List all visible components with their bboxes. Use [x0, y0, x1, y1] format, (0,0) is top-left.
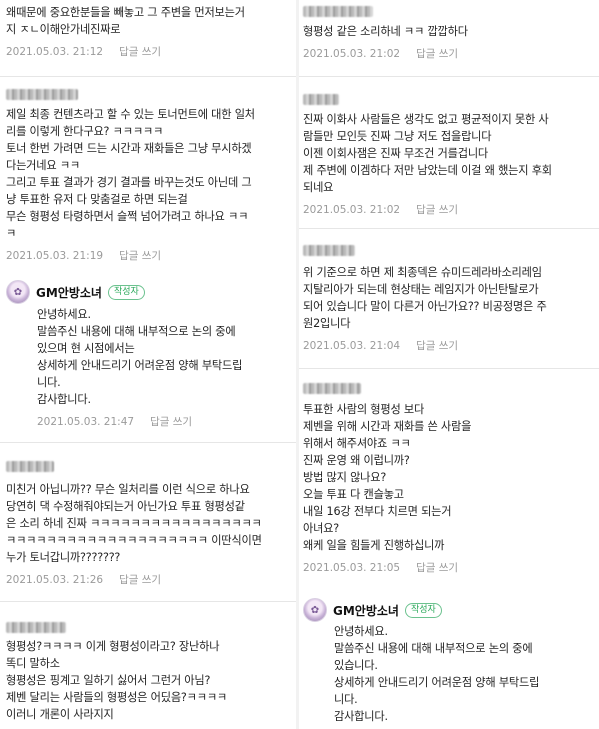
- comment-item: 투표한 사람의 형평성 보다 제벤을 위해 시간과 재화를 쓴 사람을 위해서 …: [299, 368, 599, 575]
- comment-meta: 2021.05.03. 21:26 답글 쓰기: [6, 572, 296, 587]
- gm-reply-item: ✿ GM안방소녀 작성자 안녕하세요. 말씀주신 내용에 대해 내부적으로 논의…: [0, 280, 296, 429]
- comment-item: 왜때문에 중요한분들을 빼놓고 그 주변을 먼저보는거 지 ㅈㄴ이해안가네진짜로…: [0, 4, 296, 59]
- comment-author[interactable]: [303, 381, 599, 395]
- gm-reply-body: 안녕하세요. 말씀주신 내용에 대해 내부적으로 논의 중에 있습니다. 상세하…: [303, 623, 599, 725]
- comment-text: 미친거 아닙니까?? 무슨 일처리를 이런 식으로 하나요 당연히 댁 수정해줘…: [6, 483, 262, 564]
- comment-text: 진짜 이화사 사람들은 생각도 없고 평균적이지 못한 사 람들만 모인듯 진짜…: [303, 113, 552, 194]
- blurred-nickname: [303, 245, 355, 256]
- reply-button[interactable]: 답글 쓰기: [416, 204, 458, 216]
- comment-text: 위 기준으로 하면 제 최종덱은 슈미드레라바소리레임 지탈리아가 되는데 현상…: [303, 266, 547, 330]
- blurred-nickname: [303, 94, 339, 105]
- comment-date: 2021.05.03. 21:26: [6, 574, 104, 586]
- gm-author-name[interactable]: GM안방소녀: [333, 602, 399, 619]
- comment-text: 왜때문에 중요한분들을 빼놓고 그 주변을 먼저보는거 지 ㅈㄴ이해안가네진짜로: [6, 6, 245, 36]
- gm-header: ✿ GM안방소녀 작성자: [6, 280, 296, 304]
- reply-button[interactable]: 답글 쓰기: [119, 574, 161, 586]
- avatar[interactable]: ✿: [6, 280, 30, 304]
- comment-author[interactable]: [6, 459, 296, 473]
- blurred-nickname: [6, 461, 54, 472]
- comment-text: 안녕하세요. 말씀주신 내용에 대해 내부적으로 논의 중에 있으며 현 시점에…: [37, 308, 243, 406]
- comment-text: 투표한 사람의 형평성 보다 제벤을 위해 시간과 재화를 쓴 사람을 위해서 …: [303, 403, 472, 552]
- comment-item: 미친거 아닙니까?? 무슨 일처리를 이런 식으로 하나요 당연히 댁 수정해줘…: [0, 442, 296, 587]
- comment-meta: 2021.05.03. 21:19 답글 쓰기: [6, 248, 296, 263]
- comment-date: 2021.05.03. 21:04: [303, 340, 401, 352]
- comment-author[interactable]: [303, 92, 599, 106]
- comment-item: 위 기준으로 하면 제 최종덱은 슈미드레라바소리레임 지탈리아가 되는데 현상…: [299, 228, 599, 353]
- reply-button[interactable]: 답글 쓰기: [416, 48, 458, 60]
- comment-author[interactable]: [303, 243, 599, 257]
- comment-date: 2021.05.03. 21:19: [6, 250, 104, 262]
- comment-date: 2021.05.03. 21:47: [37, 416, 135, 428]
- comment-meta: 2021.05.03. 21:12 답글 쓰기: [6, 44, 296, 59]
- reply-button[interactable]: 답글 쓰기: [150, 416, 192, 428]
- comment-meta: 2021.05.03. 21:02 답글 쓰기: [303, 46, 599, 61]
- blurred-nickname: [6, 89, 78, 100]
- comment-date: 2021.05.03. 21:05: [303, 562, 401, 574]
- gm-header: ✿ GM안방소녀 작성자: [303, 598, 599, 622]
- comment-author[interactable]: [6, 87, 296, 101]
- comment-item: 제일 최종 컨텐츠라고 할 수 있는 토너먼트에 대한 일처 리를 이렇게 한다…: [0, 76, 296, 263]
- author-badge: 작성자: [107, 284, 145, 300]
- comment-date: 2021.05.03. 21:12: [6, 46, 104, 58]
- comment-text: 형평성 같은 소리하네 ㅋㅋ 깝깝하다: [303, 25, 468, 38]
- right-comment-column: 형평성 같은 소리하네 ㅋㅋ 깝깝하다 2021.05.03. 21:02 답글 …: [299, 0, 599, 729]
- reply-button[interactable]: 답글 쓰기: [416, 562, 458, 574]
- comment-meta: 2021.05.03. 21:04 답글 쓰기: [303, 338, 599, 353]
- blurred-nickname: [6, 622, 66, 633]
- gm-reply-body: 안녕하세요. 말씀주신 내용에 대해 내부적으로 논의 중에 있으며 현 시점에…: [6, 306, 296, 429]
- comment-meta: 2021.05.03. 21:05 답글 쓰기: [303, 560, 599, 575]
- gm-reply-item: ✿ GM안방소녀 작성자 안녕하세요. 말씀주신 내용에 대해 내부적으로 논의…: [299, 598, 599, 725]
- comment-text: 안녕하세요. 말씀주신 내용에 대해 내부적으로 논의 중에 있습니다. 상세하…: [334, 625, 540, 723]
- comment-item: 형평성?ㅋㅋㅋㅋ 이게 형평성이라고? 장난하나 똑디 말하소 형평성은 핑계고…: [0, 601, 296, 723]
- reply-button[interactable]: 답글 쓰기: [119, 46, 161, 58]
- comment-author[interactable]: [303, 4, 599, 18]
- reply-button[interactable]: 답글 쓰기: [119, 250, 161, 262]
- comment-text: 형평성?ㅋㅋㅋㅋ 이게 형평성이라고? 장난하나 똑디 말하소 형평성은 핑계고…: [6, 640, 228, 721]
- comment-item: 형평성 같은 소리하네 ㅋㅋ 깝깝하다 2021.05.03. 21:02 답글 …: [299, 4, 599, 61]
- blurred-nickname: [303, 6, 373, 17]
- comment-text: 제일 최종 컨텐츠라고 할 수 있는 토너먼트에 대한 일처 리를 이렇게 한다…: [6, 108, 255, 240]
- author-badge: 작성자: [404, 602, 442, 618]
- comment-date: 2021.05.03. 21:02: [303, 48, 401, 60]
- comment-date: 2021.05.03. 21:02: [303, 204, 401, 216]
- comment-meta: 2021.05.03. 21:02 답글 쓰기: [303, 202, 599, 217]
- comment-item: 진짜 이화사 사람들은 생각도 없고 평균적이지 못한 사 람들만 모인듯 진짜…: [299, 76, 599, 217]
- avatar[interactable]: ✿: [303, 598, 327, 622]
- comment-author[interactable]: [6, 620, 296, 634]
- blurred-nickname: [303, 383, 361, 394]
- gm-author-name[interactable]: GM안방소녀: [36, 284, 102, 301]
- left-comment-column: 왜때문에 중요한분들을 빼놓고 그 주변을 먼저보는거 지 ㅈㄴ이해안가네진짜로…: [0, 0, 296, 729]
- comment-meta: 2021.05.03. 21:47 답글 쓰기: [37, 414, 296, 429]
- reply-button[interactable]: 답글 쓰기: [416, 340, 458, 352]
